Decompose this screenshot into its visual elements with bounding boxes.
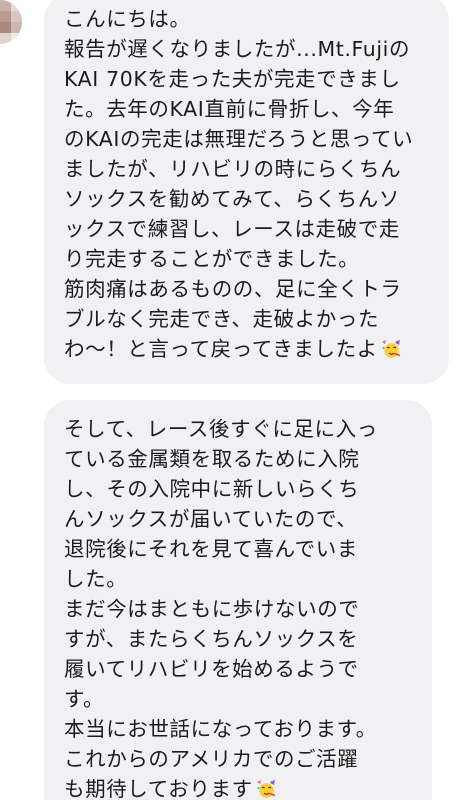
message-line: ましたが、リハビリの時にらくちん [64, 157, 402, 181]
message-line: た。去年のKAI直前に骨折し、今年 [64, 97, 395, 121]
message-bubble[interactable]: そして、レース後すぐに足に入っ ている金属類を取るために入院 し、その入院中に新… [44, 400, 432, 800]
message-line: した。 [64, 567, 128, 591]
message-line: す。 [64, 687, 105, 711]
message-line: ブルなく完走でき、走破よかった [64, 307, 380, 331]
message-line: こんにちは。 [64, 7, 191, 31]
message-line: し、その入院中に新しいらくち [64, 477, 360, 501]
message-line: ソックスを勧めてみて、らくちんソ [64, 187, 400, 211]
partying-face-emoji-icon [256, 779, 275, 798]
message-line: のKAIの完走は無理だろうと思ってい [64, 127, 414, 151]
message-line-last: も期待しております [64, 774, 418, 800]
message-line: んソックスが届いていたので、 [64, 507, 358, 531]
message-line-text: わ〜！と言って戻ってきましたよ [64, 337, 378, 361]
message-line: り完走することができました。 [64, 247, 360, 271]
message-line-last: わ〜！と言って戻ってきましたよ [64, 334, 435, 364]
message-line: ックスで練習し、レースは走破で走 [64, 217, 400, 241]
avatar[interactable] [0, 0, 22, 44]
message-line: 本当にお世話になっております。 [64, 717, 377, 741]
message-line: そして、レース後すぐに足に入っ [64, 417, 378, 441]
message-line: KAI 70Kを走った夫が完走できまし [64, 67, 401, 91]
partying-face-emoji-icon [381, 339, 401, 358]
message-line: これからのアメリカでのご活躍 [64, 747, 359, 771]
message-line-text: も期待しております [64, 777, 253, 800]
message-line: 履いてリハビリを始めるようで [64, 657, 359, 681]
message-line: 報告が遅くなりましたが...Mt.Fujiの [64, 37, 411, 61]
message-line: すが、またらくちんソックスを [64, 627, 359, 651]
message-line: 退院後にそれを見て喜んでいま [64, 537, 358, 561]
message-line: 筋肉痛はあるものの、足に全くトラ [64, 277, 402, 301]
message-bubble[interactable]: こんにちは。 報告が遅くなりましたが...Mt.Fujiの KAI 70Kを走っ… [44, 0, 449, 384]
message-line: まだ今はまともに歩けないので [64, 597, 360, 621]
message-line: ている金属類を取るために入院 [64, 447, 360, 471]
